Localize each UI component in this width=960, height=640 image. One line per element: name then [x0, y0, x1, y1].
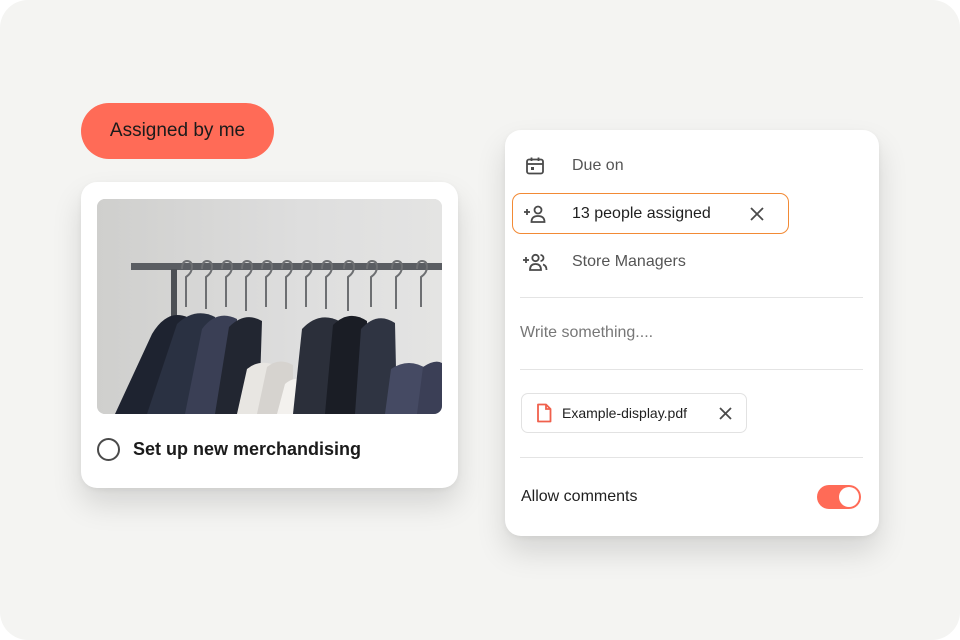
task-image — [97, 199, 442, 414]
due-on-label: Due on — [572, 157, 624, 174]
task-row: Set up new merchandising — [97, 434, 361, 464]
divider — [520, 297, 863, 298]
task-title: Set up new merchandising — [133, 438, 362, 459]
canvas: Assigned by me Set up new merchandising … — [0, 0, 960, 640]
task-complete-radio[interactable] — [97, 437, 120, 461]
add-group-icon — [513, 252, 553, 272]
assignees-row[interactable]: 13 people assigned — [512, 193, 789, 234]
divider — [520, 457, 863, 458]
attachment-file-name: Example-display.pdf — [562, 405, 688, 421]
task-details-panel: Due on 13 people assigned Store Managers… — [505, 130, 879, 536]
due-on-row[interactable]: Due on — [513, 146, 789, 186]
store-managers-label: Store Managers — [572, 253, 686, 270]
remove-assignees-close-icon[interactable] — [750, 206, 764, 221]
clothing-rack-photo — [97, 199, 442, 414]
remove-attachment-close-icon[interactable] — [719, 406, 732, 420]
add-person-icon — [513, 204, 553, 224]
calendar-icon — [513, 155, 553, 177]
pdf-file-icon — [536, 403, 552, 423]
attachment-chip[interactable]: Example-display.pdf — [521, 393, 747, 433]
allow-comments-toggle[interactable] — [817, 485, 861, 509]
assignees-label: 13 people assigned — [572, 204, 711, 222]
toggle-knob — [839, 487, 859, 507]
assigned-by-me-filter[interactable]: Assigned by me — [81, 103, 274, 159]
comment-input[interactable] — [520, 315, 863, 351]
allow-comments-label: Allow comments — [521, 488, 638, 505]
store-managers-row[interactable]: Store Managers — [513, 242, 789, 282]
task-card[interactable]: Set up new merchandising — [81, 182, 458, 488]
allow-comments-row: Allow comments — [521, 481, 861, 513]
divider — [520, 369, 863, 370]
